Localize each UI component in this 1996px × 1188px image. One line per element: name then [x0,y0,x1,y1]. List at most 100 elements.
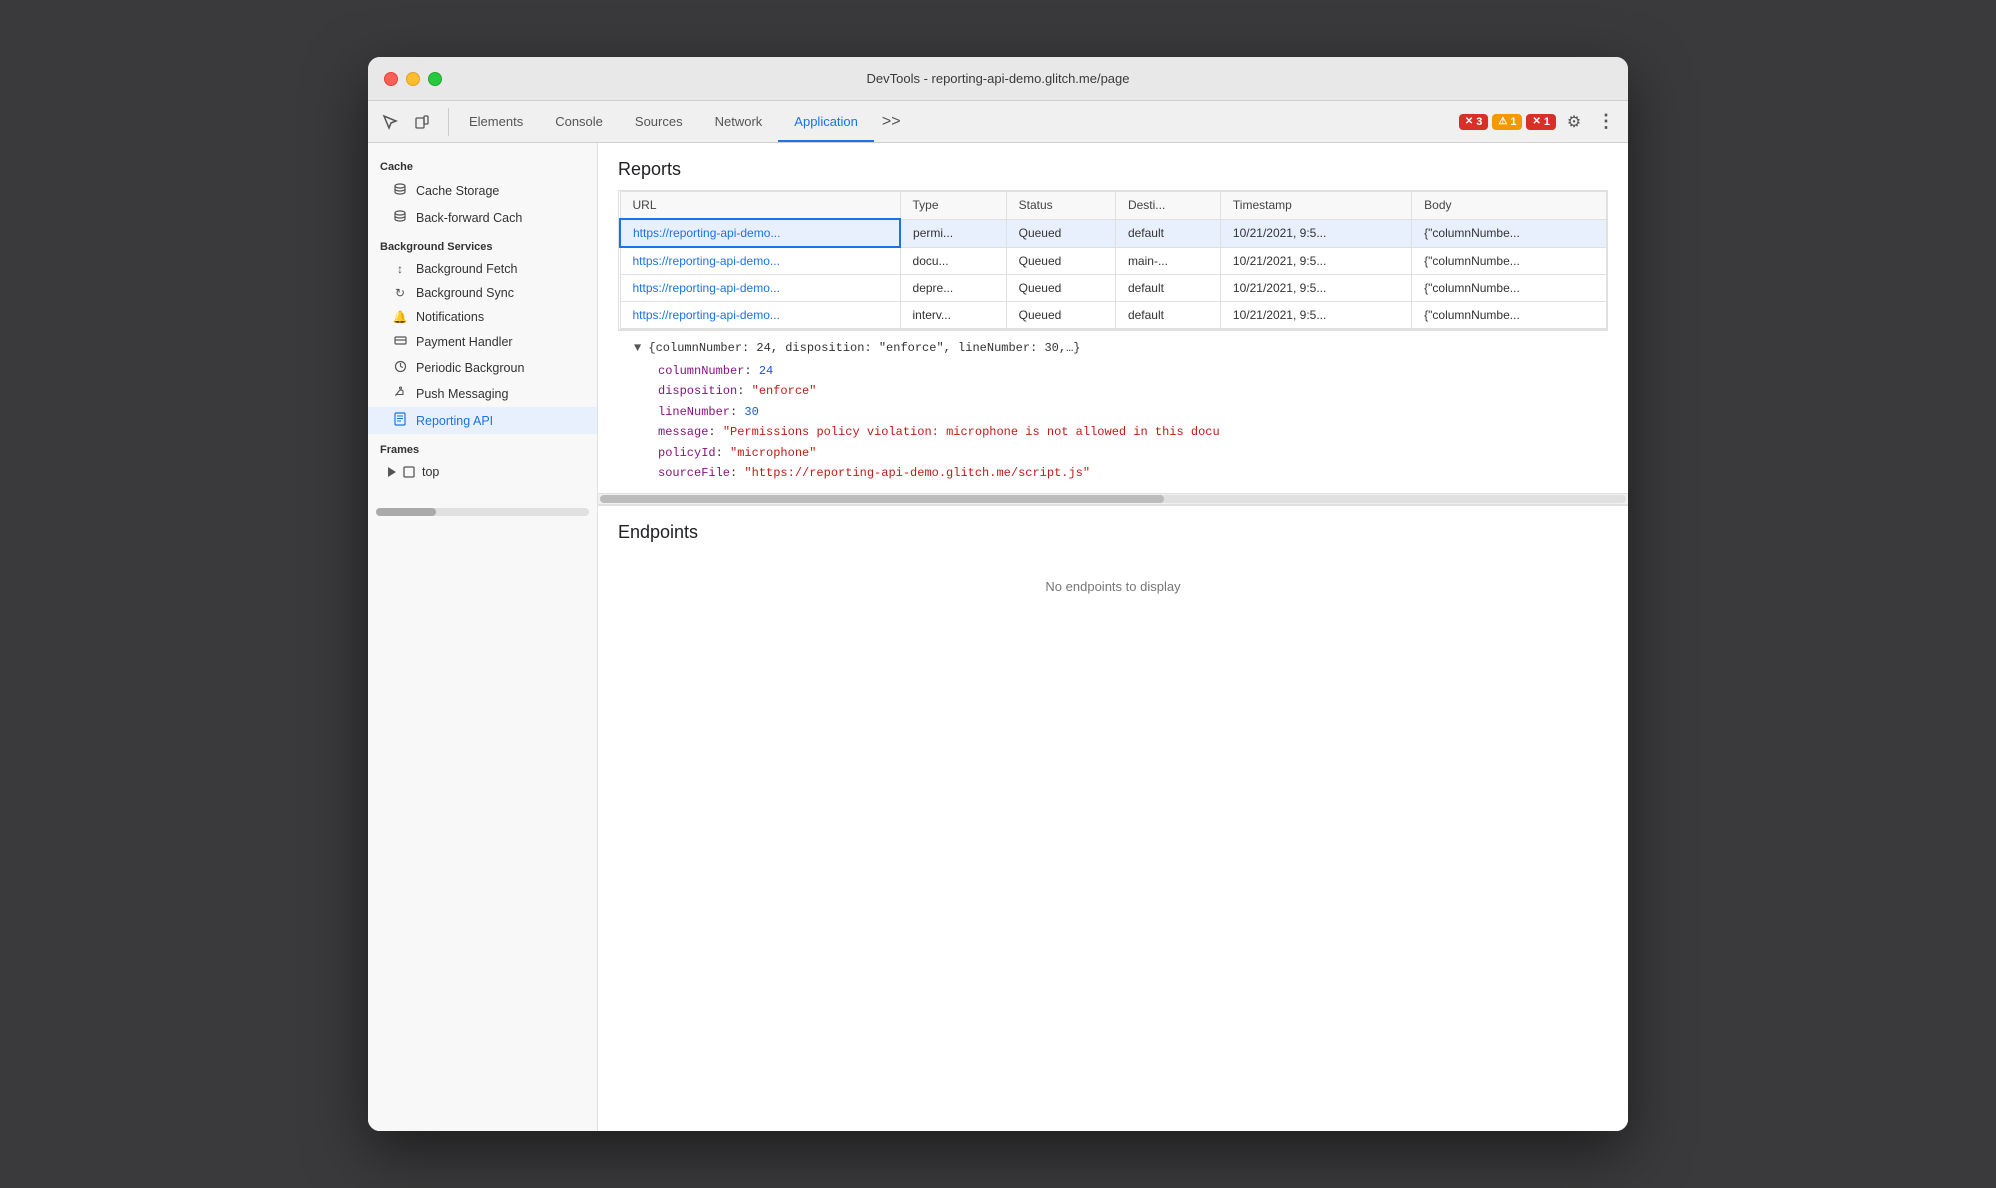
toolbar: Elements Console Sources Network Applica… [368,101,1628,143]
window-title: DevTools - reporting-api-demo.glitch.me/… [866,71,1129,86]
url-cell[interactable]: https://reporting-api-demo... [620,275,900,302]
detail-line: columnNumber: 24 [634,361,1592,381]
payment-handler-icon [392,334,408,350]
tab-console[interactable]: Console [539,101,619,142]
back-forward-icon [392,209,408,226]
timestamp-cell: 10/21/2021, 9:5... [1220,219,1411,247]
detail-separator: : [730,405,744,419]
url-cell[interactable]: https://reporting-api-demo... [620,247,900,275]
col-url: URL [620,192,900,220]
sidebar-section-cache: Cache [368,151,597,177]
type-cell: interv... [900,302,1006,329]
window-controls [384,72,442,86]
detail-header: ▼ {columnNumber: 24, disposition: "enfor… [634,341,1592,355]
col-type: Type [900,192,1006,220]
body-cell: {"columnNumbe... [1412,302,1607,329]
status-cell: Queued [1006,302,1115,329]
table-row[interactable]: https://reporting-api-demo...interv...Qu… [620,302,1607,329]
more-tabs-button[interactable]: >> [874,113,909,131]
horizontal-scrollbar[interactable] [598,493,1628,505]
tabs-bar: Elements Console Sources Network Applica… [453,101,1459,142]
sidebar-scrollbar[interactable] [376,508,589,516]
table-row[interactable]: https://reporting-api-demo...permi...Que… [620,219,1607,247]
detail-value: 24 [759,364,773,378]
frame-icon [402,465,416,479]
url-cell[interactable]: https://reporting-api-demo... [620,219,900,247]
main-layout: Cache Cache Storage [368,143,1628,1131]
titlebar: DevTools - reporting-api-demo.glitch.me/… [368,57,1628,101]
close-button[interactable] [384,72,398,86]
url-cell[interactable]: https://reporting-api-demo... [620,302,900,329]
scrollbar-thumb [600,495,1164,503]
detail-triangle-icon: ▼ [634,341,641,355]
content-inner: Reports URL Type Status Desti... Timesta… [598,143,1628,1131]
detail-value: "https://reporting-api-demo.glitch.me/sc… [744,466,1090,480]
detail-value: "Permissions policy violation: microphon… [723,425,1220,439]
tab-elements[interactable]: Elements [453,101,539,142]
sidebar-item-periodic-bg[interactable]: Periodic Backgroun [368,355,597,381]
sidebar-scrollbar-thumb [376,508,436,516]
expand-arrow-icon [388,467,396,477]
reports-title: Reports [598,143,1628,190]
bg-fetch-icon: ↕ [392,262,408,276]
sidebar-item-bg-fetch[interactable]: ↕ Background Fetch [368,257,597,281]
destination-cell: default [1115,275,1220,302]
bg-sync-icon: ↻ [392,286,408,300]
minimize-button[interactable] [406,72,420,86]
sidebar-item-cache-storage[interactable]: Cache Storage [368,177,597,204]
content-area: Reports URL Type Status Desti... Timesta… [598,143,1628,1131]
settings-icon[interactable]: ⚙ [1560,108,1588,136]
sidebar-section-bg-services: Background Services [368,231,597,257]
col-body: Body [1412,192,1607,220]
sidebar-item-bg-sync[interactable]: ↻ Background Sync [368,281,597,305]
detail-key: sourceFile [658,466,730,480]
detail-value: "enforce" [752,384,817,398]
detail-line: policyId: "microphone" [634,443,1592,463]
tab-application[interactable]: Application [778,101,874,142]
col-timestamp: Timestamp [1220,192,1411,220]
col-destination: Desti... [1115,192,1220,220]
warn-badge[interactable]: ⚠ 1 [1492,114,1522,130]
timestamp-cell: 10/21/2021, 9:5... [1220,247,1411,275]
detail-value: 30 [744,405,758,419]
detail-key: policyId [658,446,716,460]
inspect-icon[interactable] [376,108,404,136]
destination-cell: default [1115,302,1220,329]
detail-separator: : [730,466,744,480]
sidebar-item-push-messaging[interactable]: Push Messaging [368,381,597,407]
body-cell: {"columnNumbe... [1412,275,1607,302]
body-cell: {"columnNumbe... [1412,219,1607,247]
maximize-button[interactable] [428,72,442,86]
detail-key: lineNumber [658,405,730,419]
table-header-row: URL Type Status Desti... Timestamp Body [620,192,1607,220]
reports-area: URL Type Status Desti... Timestamp Body … [598,190,1628,493]
detail-lines: columnNumber: 24disposition: "enforce"li… [634,361,1592,483]
sidebar-item-notifications[interactable]: 🔔 Notifications [368,305,597,329]
sidebar-item-top[interactable]: top [368,460,597,484]
sidebar-section-frames: Frames [368,434,597,460]
more-options-icon[interactable]: ⋮ [1592,108,1620,136]
table-row[interactable]: https://reporting-api-demo...docu...Queu… [620,247,1607,275]
detail-separator: : [716,446,730,460]
destination-cell: main-... [1115,247,1220,275]
destination-cell: default [1115,219,1220,247]
detail-separator: : [737,384,751,398]
toolbar-left-icons [376,108,449,136]
tab-network[interactable]: Network [699,101,779,142]
detail-line: disposition: "enforce" [634,381,1592,401]
err2-icon: ✕ [1532,116,1540,127]
error-badge[interactable]: ✕ 3 [1459,114,1489,130]
sidebar-item-back-forward[interactable]: Back-forward Cach [368,204,597,231]
sidebar-item-payment-handler[interactable]: Payment Handler [368,329,597,355]
reports-table-container: URL Type Status Desti... Timestamp Body … [618,190,1608,330]
err2-badge[interactable]: ✕ 1 [1526,114,1556,130]
device-mode-icon[interactable] [408,108,436,136]
detail-key: message [658,425,708,439]
sidebar-item-reporting-api[interactable]: Reporting API [368,407,597,434]
detail-separator: : [708,425,722,439]
body-cell: {"columnNumbe... [1412,247,1607,275]
detail-line: lineNumber: 30 [634,402,1592,422]
detail-key: columnNumber [658,364,744,378]
table-row[interactable]: https://reporting-api-demo...depre...Que… [620,275,1607,302]
tab-sources[interactable]: Sources [619,101,699,142]
